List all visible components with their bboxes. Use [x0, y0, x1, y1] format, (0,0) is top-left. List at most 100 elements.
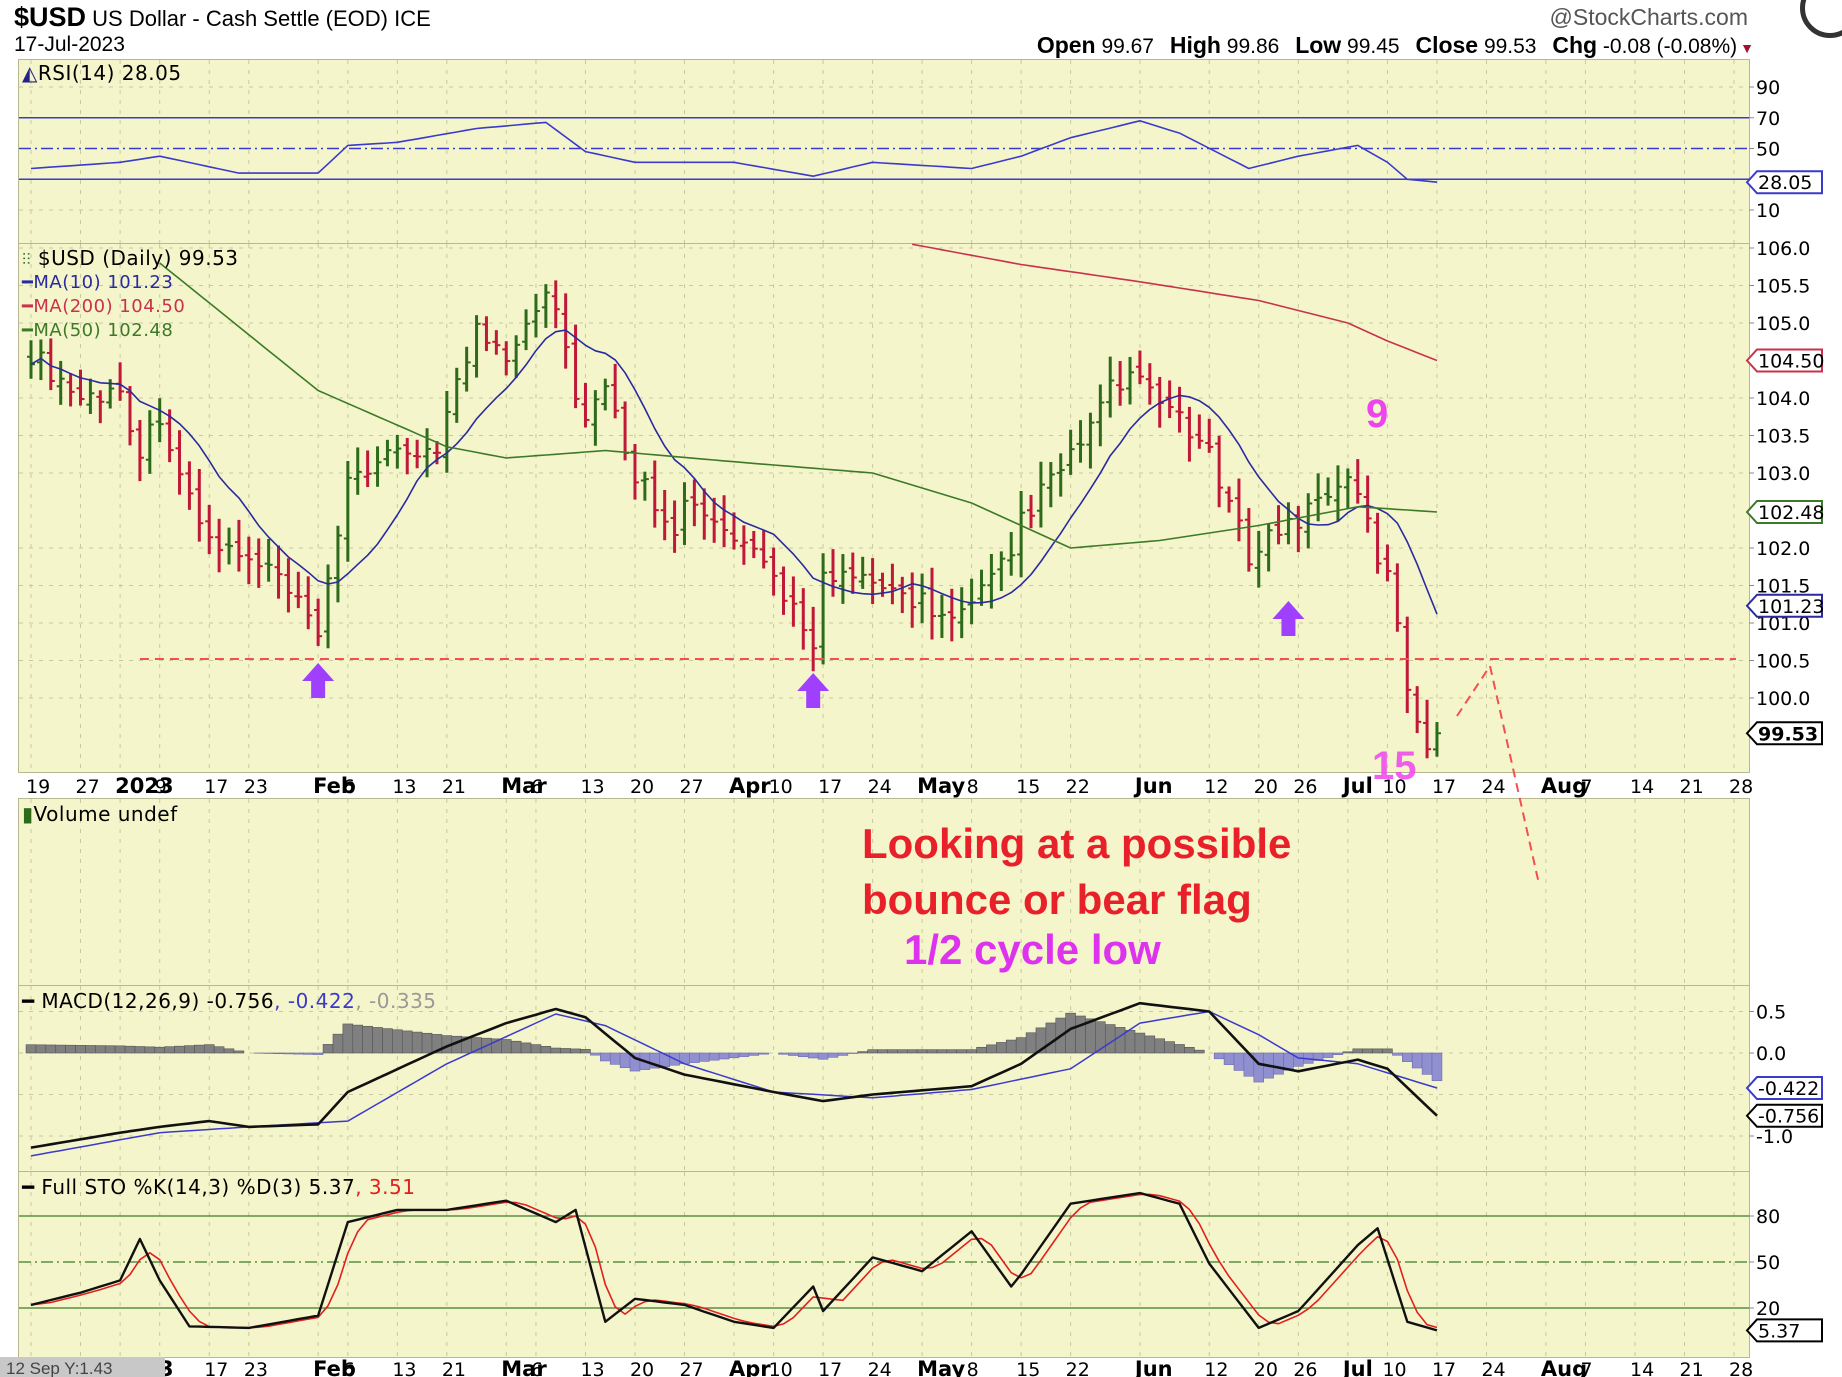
macd-histogram-bar — [362, 1025, 373, 1054]
macd-histogram-bar — [55, 1044, 66, 1054]
date-axis-label: May — [917, 774, 965, 798]
date-axis-label: 23 — [244, 776, 268, 798]
macd-histogram-bar — [293, 1052, 304, 1055]
macd-histogram-bar — [174, 1045, 185, 1054]
macd-hist-legend: , -0.335 — [355, 989, 437, 1013]
price-axis-label: 105.5 — [1756, 276, 1810, 298]
macd-histogram-bar — [1233, 1052, 1245, 1071]
macd-histogram-bar — [144, 1046, 156, 1054]
rsi-value-badge: 28.05 — [1758, 172, 1812, 194]
macd-histogram-bar — [708, 1052, 720, 1061]
macd-histogram-bar — [114, 1045, 126, 1054]
macd-histogram-bar — [134, 1046, 146, 1054]
date-axis-label: 14 — [1630, 776, 1654, 798]
macd-histogram-bar — [283, 1052, 294, 1055]
date-axis-label: 14 — [1630, 1359, 1654, 1377]
macd-histogram-bar — [1194, 1049, 1205, 1054]
ma200-line — [912, 243, 1438, 362]
macd-histogram-bar — [1402, 1052, 1413, 1062]
macd-histogram-bar — [332, 1033, 344, 1054]
sto-d-legend: , 3.51 — [355, 1175, 416, 1199]
macd-histogram-bar — [1421, 1052, 1433, 1075]
date-axis-label: 13 — [392, 776, 416, 798]
rsi-axis-label: 50 — [1756, 139, 1780, 161]
date-axis-label: Jun — [1133, 1357, 1173, 1377]
up-arrow-icon — [302, 663, 335, 698]
macd-histogram-bar — [1431, 1052, 1443, 1082]
date-axis-label: Jul — [1341, 774, 1373, 798]
date-axis-label: 17 — [1432, 1359, 1456, 1377]
date-axis-label: 6 — [343, 1359, 355, 1377]
macd-histogram-bar — [956, 1049, 967, 1054]
ma10-legend-text: MA(10) 101.23 — [33, 272, 174, 293]
date-axis-label: 17 — [818, 1359, 842, 1377]
price-axis-label: 103.0 — [1756, 463, 1810, 485]
macd-histogram-bar — [411, 1031, 423, 1054]
macd-histogram-bar — [85, 1045, 96, 1054]
ma200-legend: ━MA(200) 104.50 — [22, 296, 186, 317]
macd-histogram-bar — [857, 1051, 868, 1054]
date-axis-label: 21 — [1679, 776, 1703, 798]
macd-histogram-bar — [164, 1046, 175, 1054]
ma10-legend: ━MA(10) 101.23 — [22, 272, 174, 293]
macd-histogram-bar — [1392, 1052, 1403, 1056]
macd-histogram-bar — [996, 1042, 1007, 1054]
macd-line — [30, 1001, 1438, 1149]
macd-histogram-bar — [540, 1046, 552, 1054]
chart-canvas[interactable]: 90 70 50 10 106.0 105.5 105.0 104.0 103.5 103.0 10… — [0, 0, 1842, 1377]
macd-histogram-bar — [689, 1052, 700, 1063]
macd-histogram-bar — [897, 1049, 908, 1054]
count-15-label: 15 — [1372, 744, 1417, 788]
macd-histogram-bar — [1065, 1012, 1076, 1054]
sto-legend: ━ Full STO %K(14,3) %D(3) 5.37, 3.51 — [22, 1175, 416, 1199]
date-axis-label: 27 — [679, 1359, 703, 1377]
note-line-2: bounce or bear flag — [862, 876, 1252, 923]
date-axis-label: 10 — [769, 776, 793, 798]
date-axis-label: 22 — [1066, 776, 1090, 798]
macd-histogram-bar — [1134, 1032, 1146, 1054]
macd-histogram-bar — [1293, 1052, 1304, 1067]
macd-histogram-bar — [184, 1045, 195, 1054]
macd-histogram-bar — [986, 1044, 997, 1054]
macd-axis-label: 0.5 — [1756, 1002, 1786, 1024]
macd-histogram-bar — [718, 1052, 730, 1060]
rsi-axis-label: 90 — [1756, 77, 1780, 99]
macd-axis-label: -1.0 — [1756, 1126, 1793, 1148]
macd-histogram-bar — [1253, 1052, 1264, 1083]
macd-histogram-bar — [619, 1052, 631, 1068]
macd-histogram-bar — [1322, 1052, 1334, 1058]
date-axis-label: 26 — [1293, 1359, 1317, 1377]
date-axis-label: 27 — [679, 776, 703, 798]
date-axis-label: Jun — [1133, 774, 1173, 798]
sto-k-badge: 5.37 — [1758, 1320, 1800, 1342]
note-line-3: 1/2 cycle low — [904, 926, 1161, 973]
ma200-value-badge: 104.50 — [1758, 351, 1824, 373]
close-value-badge: 99.53 — [1758, 723, 1818, 745]
date-axis-label: 8 — [967, 776, 979, 798]
count-9-label: 9 — [1366, 392, 1389, 436]
sto-legend-text: Full STO %K(14,3) %D(3) 5.37 — [41, 1175, 356, 1199]
price-axis-label: 103.5 — [1756, 426, 1810, 448]
date-axis-label: 23 — [244, 1359, 268, 1377]
macd-histogram-bar — [223, 1048, 235, 1054]
macd-histogram-bar — [560, 1048, 571, 1054]
price-axis-label: 102.0 — [1756, 538, 1810, 560]
macd-histogram-bar — [738, 1052, 750, 1057]
macd-histogram-bar — [926, 1049, 938, 1054]
date-axis-label: 13 — [580, 776, 604, 798]
rsi-legend-text: RSI(14) 28.05 — [37, 61, 182, 85]
macd-histogram-bar — [25, 1044, 37, 1054]
date-axis-label: 10 — [769, 1359, 793, 1377]
macd-legend-text: MACD(12,26,9) -0.756 — [41, 989, 275, 1013]
date-axis-label: 24 — [1481, 1359, 1505, 1377]
ma10-line — [30, 329, 1438, 615]
macd-histogram-bar — [778, 1052, 789, 1055]
macd-histogram-bar — [510, 1040, 522, 1054]
up-arrow-icon — [1272, 601, 1305, 636]
macd-histogram-bar — [837, 1052, 849, 1056]
date-axis-label: 7 — [1580, 1359, 1592, 1377]
volume-bars-icon: ▮ — [22, 802, 34, 826]
macd-histogram-bar — [302, 1052, 314, 1055]
date-axis-label: 17 — [818, 776, 842, 798]
macd-histogram-bar — [580, 1049, 591, 1054]
